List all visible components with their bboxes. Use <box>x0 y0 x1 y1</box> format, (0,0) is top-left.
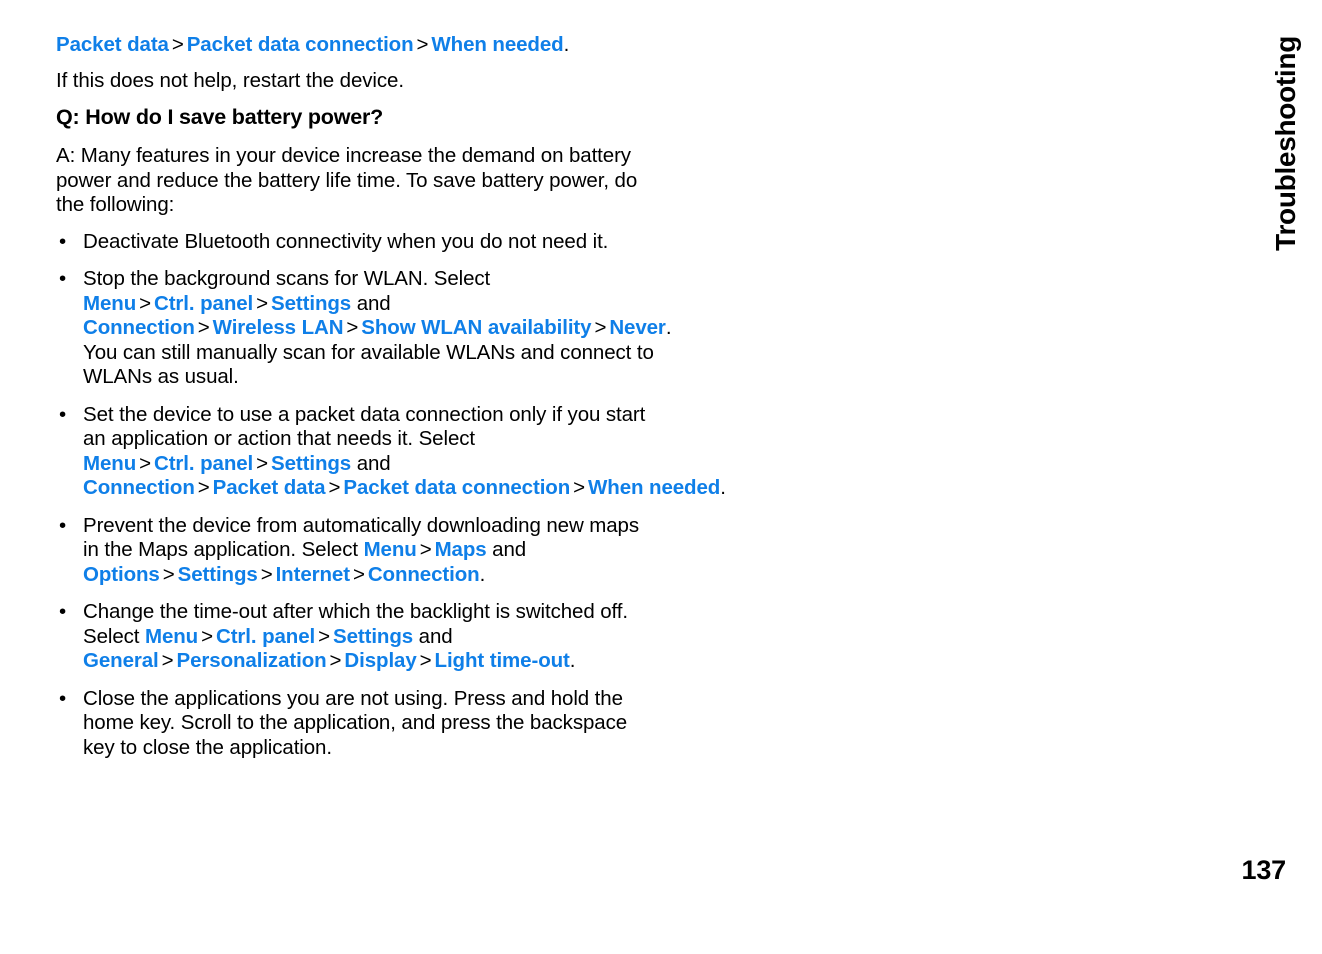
list-item-text: Deactivate Bluetooth connectivity when y… <box>83 229 609 253</box>
question-heading: Q: How do I save battery power? <box>56 105 384 129</box>
list-item: • Prevent the device from automatically d… <box>56 514 656 588</box>
path-link-general[interactable]: General <box>83 649 159 672</box>
path-link-connection[interactable]: Connection <box>83 476 195 499</box>
list-item-lead: Stop the background scans for WLAN. Sele… <box>83 267 491 290</box>
path-separator: > <box>162 562 175 586</box>
path-link-settings[interactable]: Settings <box>333 625 413 648</box>
path-link-wireless-lan[interactable]: Wireless LAN <box>213 316 344 339</box>
path-link-personalization[interactable]: Personalization <box>177 649 327 672</box>
path-link-settings[interactable]: Settings <box>178 563 258 586</box>
path-link-maps[interactable]: Maps <box>435 538 487 561</box>
path-separator: > <box>197 476 210 499</box>
path-link-menu[interactable]: Menu <box>83 452 136 475</box>
path-link-settings[interactable]: Settings <box>271 292 351 315</box>
restart-note: If this does not help, restart the devic… <box>56 68 404 92</box>
path-separator: > <box>171 33 184 56</box>
bullet-icon: • <box>59 267 67 290</box>
path-link-packet-data-connection[interactable]: Packet data connection <box>187 33 414 56</box>
path-separator: > <box>139 451 151 475</box>
path-link-packet-data-connection[interactable]: Packet data connection <box>343 476 570 499</box>
path-separator: > <box>352 562 365 586</box>
path-conjunction: and <box>486 538 527 561</box>
path-separator: > <box>139 291 151 315</box>
list-item-lead: Set the device to use a packet data conn… <box>83 402 646 451</box>
path-separator: > <box>416 33 429 56</box>
path-separator: > <box>260 562 273 586</box>
path-link-ctrl-panel[interactable]: Ctrl. panel <box>216 625 315 648</box>
path-conjunction: and <box>413 624 453 648</box>
list-item-lead: Prevent the device from automatically do… <box>83 513 639 562</box>
bullet-icon: • <box>59 686 67 710</box>
path-separator: > <box>256 291 269 315</box>
list-item: • Deactivate Bluetooth connectivity when… <box>56 230 656 255</box>
bullet-icon: • <box>59 402 67 426</box>
path-separator: > <box>346 316 359 339</box>
list-item: • Stop the background scans for WLAN. Sel… <box>56 267 672 390</box>
manual-page: Packet data > Packet data connection > When … <box>0 0 1322 954</box>
list-item-tail: . <box>720 476 726 499</box>
path-link-show-wlan-availability[interactable]: Show WLAN availability <box>361 316 591 339</box>
path-separator: > <box>161 649 174 672</box>
path-separator: > <box>419 649 432 672</box>
path-link-ctrl-panel[interactable]: Ctrl. panel <box>154 292 253 315</box>
path-link-display[interactable]: Display <box>344 649 416 672</box>
path-separator: > <box>201 624 213 648</box>
path-conjunction: and <box>351 291 391 315</box>
answer-intro: A: Many features in your device increase… <box>56 144 638 216</box>
path-separator: > <box>329 649 342 672</box>
text-column: Packet data > Packet data connection > When … <box>56 33 726 773</box>
path-link-menu[interactable]: Menu <box>145 625 198 648</box>
path-separator: > <box>594 316 607 339</box>
path-link-settings[interactable]: Settings <box>271 452 351 475</box>
list-item-tail: . <box>569 649 576 672</box>
page-number: 137 <box>1241 855 1287 885</box>
bullet-icon: • <box>59 229 67 253</box>
list-item-text: Close the applications you are not using… <box>83 686 628 759</box>
path-link-internet[interactable]: Internet <box>276 563 350 586</box>
path-separator: > <box>573 476 586 499</box>
path-separator: > <box>328 476 341 499</box>
path-link-when-needed[interactable]: When needed <box>431 33 563 56</box>
path-link-ctrl-panel[interactable]: Ctrl. panel <box>154 452 253 475</box>
continued-path-paragraph: Packet data > Packet data connection > When … <box>56 33 656 58</box>
path-separator: > <box>256 451 269 475</box>
path-link-options[interactable]: Options <box>83 563 160 586</box>
list-item: • Change the time-out after which the bac… <box>56 600 656 674</box>
path-link-light-time-out[interactable]: Light time-out <box>435 649 570 672</box>
bullet-icon: • <box>59 600 67 623</box>
path-separator: > <box>419 538 432 561</box>
battery-tips-list: • Deactivate Bluetooth connectivity when… <box>56 230 726 761</box>
list-item: • Set the device to use a packet data con… <box>56 402 726 501</box>
path-separator: > <box>197 316 210 339</box>
path-conjunction: and <box>351 451 391 475</box>
path-link-when-needed[interactable]: When needed <box>588 476 720 499</box>
list-item: • Close the applications you are not usi… <box>56 687 656 761</box>
path-link-never[interactable]: Never <box>609 316 666 339</box>
path-link-menu[interactable]: Menu <box>83 292 136 315</box>
path-link-connection[interactable]: Connection <box>83 316 195 339</box>
path-separator: > <box>318 624 330 648</box>
list-item-tail: . <box>479 562 486 586</box>
path-link-packet-data[interactable]: Packet data <box>56 33 169 56</box>
path-link-packet-data[interactable]: Packet data <box>213 476 326 499</box>
path-link-connection[interactable]: Connection <box>368 563 480 586</box>
chapter-title: Troubleshooting <box>1270 36 1301 251</box>
path-link-menu[interactable]: Menu <box>364 538 417 561</box>
path-terminator: . <box>563 33 570 56</box>
bullet-icon: • <box>59 513 67 537</box>
